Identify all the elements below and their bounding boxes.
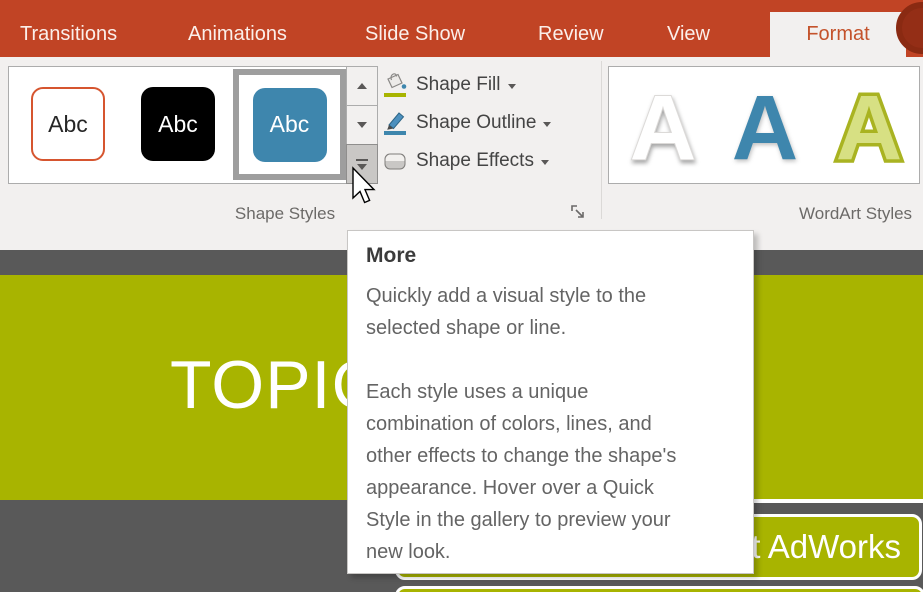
caret-down-icon	[508, 84, 516, 89]
shape-outline-button[interactable]: Shape Outline	[383, 108, 551, 138]
shape-style-item-3-selected[interactable]: Abc	[253, 88, 327, 162]
chevron-up-icon	[357, 83, 367, 89]
shape-style-item-1[interactable]: Abc	[31, 87, 105, 161]
chevron-down-icon	[357, 122, 367, 128]
svg-text:A: A	[732, 79, 798, 171]
tab-view[interactable]: View	[667, 12, 710, 57]
svg-text:A: A	[836, 79, 902, 171]
tooltip-line: Style in the gallery to preview your	[366, 504, 735, 536]
tab-transitions[interactable]: Transitions	[20, 12, 117, 57]
gallery-scroll-up-button[interactable]	[346, 66, 378, 106]
gallery-scroll-down-button[interactable]	[346, 105, 378, 145]
caret-down-icon	[541, 160, 549, 165]
app-root: Transitions Animations Slide Show Review…	[0, 0, 923, 592]
dialog-launcher-icon	[570, 204, 587, 221]
wordart-group-label: WordArt Styles	[799, 204, 912, 224]
tooltip-line	[366, 344, 735, 376]
paint-bucket-icon	[383, 72, 409, 98]
group-separator	[601, 61, 602, 219]
shape-effects-icon	[383, 148, 409, 174]
svg-text:A: A	[630, 79, 696, 171]
more-icon	[356, 159, 368, 161]
tooltip-line: combination of colors, lines, and	[366, 408, 735, 440]
shape-effects-button[interactable]: Shape Effects	[383, 146, 549, 176]
mouse-cursor-icon	[351, 166, 379, 206]
wordart-style-white[interactable]: A	[623, 79, 703, 171]
pencil-icon	[383, 110, 409, 136]
shape-styles-group-label: Shape Styles	[225, 204, 345, 224]
tooltip-title: More	[366, 244, 735, 268]
tab-animations[interactable]: Animations	[188, 12, 287, 57]
tab-format[interactable]: Format	[770, 12, 906, 57]
shape-styles-gallery: Abc Abc Abc	[8, 66, 347, 184]
shape-fill-label: Shape Fill	[416, 74, 501, 96]
ribbon-content: Abc Abc Abc Shap	[0, 57, 923, 250]
wordart-style-green[interactable]: A	[827, 79, 911, 171]
tooltip-line: other effects to change the shape's	[366, 440, 735, 472]
caret-down-icon	[543, 122, 551, 127]
wordart-gallery: A A A	[608, 66, 920, 184]
selected-style-frame: Abc	[233, 69, 346, 180]
more-tooltip: More Quickly add a visual style to the s…	[347, 230, 754, 574]
tooltip-line: new look.	[366, 536, 735, 568]
dialog-launcher-button[interactable]	[570, 204, 587, 221]
tooltip-line: appearance. Hover over a Quick	[366, 472, 735, 504]
shape-fill-button[interactable]: Shape Fill	[383, 70, 516, 100]
wordart-style-blue[interactable]: A	[725, 79, 805, 171]
tooltip-line: selected shape or line.	[366, 312, 735, 344]
ribbon-tab-bar: Transitions Animations Slide Show Review…	[0, 0, 923, 57]
tooltip-line: Quickly add a visual style to the	[366, 280, 735, 312]
tab-review[interactable]: Review	[538, 12, 604, 57]
shape-outline-label: Shape Outline	[416, 112, 536, 134]
shape-style-item-2[interactable]: Abc	[141, 87, 215, 161]
shape-effects-label: Shape Effects	[416, 150, 534, 172]
partial-bottom-button[interactable]	[395, 586, 923, 592]
tooltip-line: Each style uses a unique	[366, 376, 735, 408]
tab-slide-show[interactable]: Slide Show	[365, 12, 465, 57]
